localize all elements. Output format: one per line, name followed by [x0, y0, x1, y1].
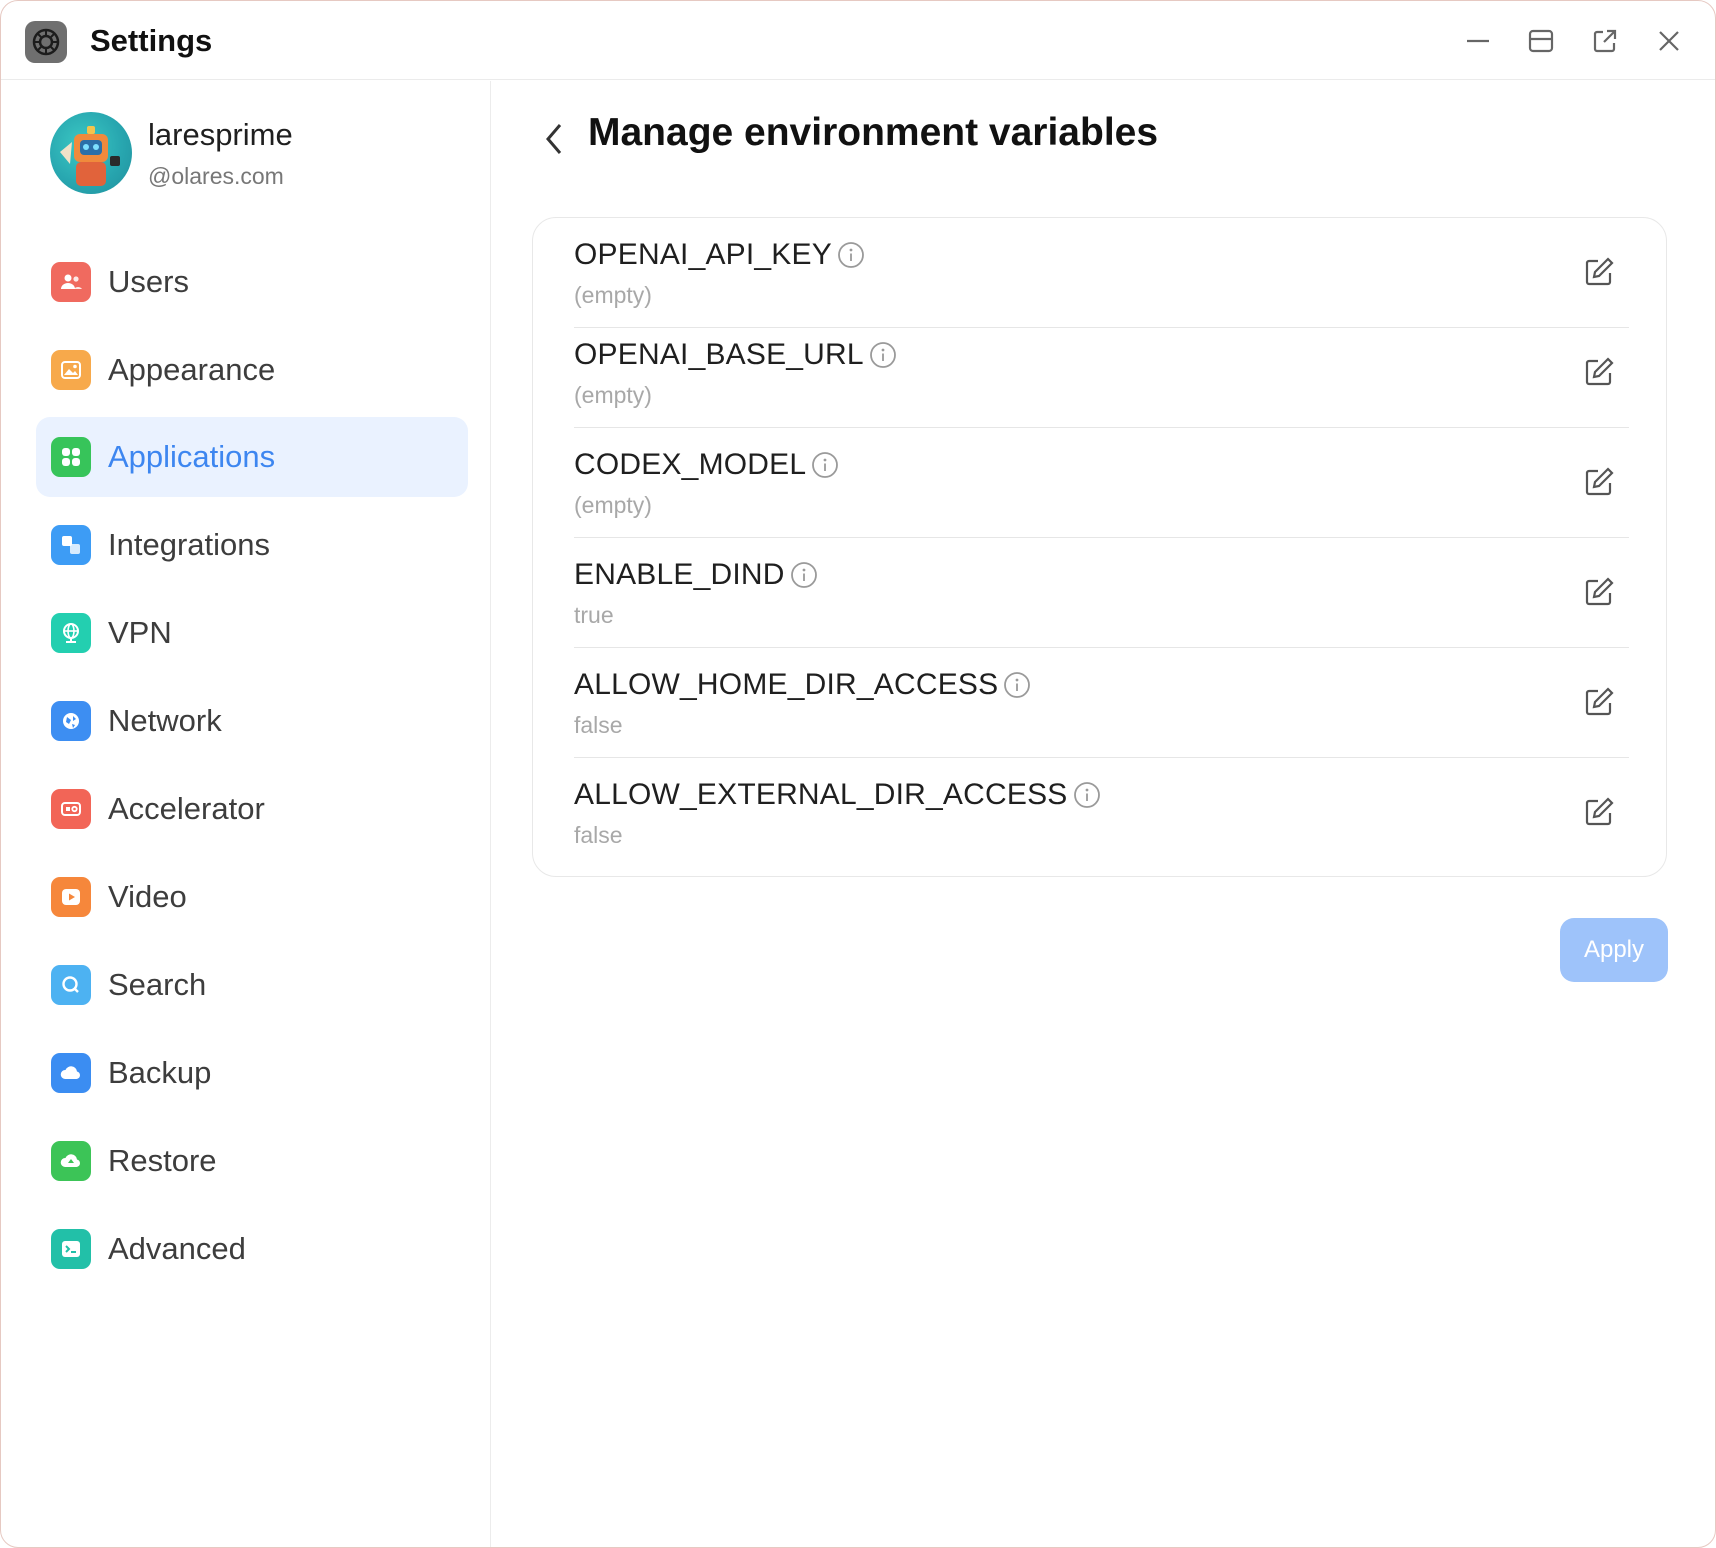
sidebar-item-label: Advanced	[108, 1231, 246, 1266]
sidebar-item-label: Restore	[108, 1143, 217, 1178]
maximize-button[interactable]	[1523, 23, 1559, 59]
users-icon	[51, 262, 91, 302]
env-variable-row: OPENAI_BASE_URL (empty)	[574, 318, 1629, 428]
edit-icon	[1585, 467, 1614, 496]
applications-icon	[51, 437, 91, 477]
sidebar-item-label: Backup	[108, 1055, 212, 1090]
network-icon	[51, 701, 91, 741]
external-link-icon	[1593, 29, 1617, 53]
close-icon	[1659, 31, 1679, 51]
env-variable-name: ALLOW_HOME_DIR_ACCESS	[574, 668, 999, 701]
edit-button[interactable]	[1581, 254, 1617, 290]
edit-button[interactable]	[1581, 354, 1617, 390]
sidebar-item-label: Search	[108, 967, 207, 1002]
sidebar-item-advanced[interactable]: Advanced	[36, 1209, 468, 1289]
env-variables-card: OPENAI_API_KEY (empty) OPENAI_BASE_URL (…	[532, 217, 1667, 877]
sidebar-item-network[interactable]: Network	[36, 681, 468, 761]
vpn-icon	[51, 613, 91, 653]
env-variable-row: ENABLE_DIND true	[574, 538, 1629, 648]
info-icon[interactable]	[789, 560, 819, 590]
sidebar-item-label: Video	[108, 879, 187, 914]
sidebar-item-applications[interactable]: Applications	[36, 417, 468, 497]
backup-icon	[51, 1053, 91, 1093]
sidebar-item-search[interactable]: Search	[36, 945, 468, 1025]
user-domain: @olares.com	[148, 163, 284, 189]
info-icon[interactable]	[836, 240, 866, 270]
sidebar-item-appearance[interactable]: Appearance	[36, 330, 468, 410]
sidebar-item-label: Network	[108, 703, 222, 738]
settings-window: Settings laresprime @olares.com Users Ap…	[0, 0, 1716, 1548]
sidebar-item-label: Integrations	[108, 527, 270, 562]
sidebar-item-backup[interactable]: Backup	[36, 1033, 468, 1113]
sidebar-item-video[interactable]: Video	[36, 857, 468, 937]
info-icon[interactable]	[1072, 780, 1102, 810]
sidebar-item-vpn[interactable]: VPN	[36, 593, 468, 673]
edit-icon	[1585, 577, 1614, 606]
appearance-icon	[51, 350, 91, 390]
integrations-icon	[51, 525, 91, 565]
window-title: Settings	[90, 23, 213, 58]
sidebar-item-label: VPN	[108, 615, 172, 650]
env-variable-value: (empty)	[574, 282, 652, 308]
env-variable-row: CODEX_MODEL (empty)	[574, 428, 1629, 538]
info-icon[interactable]	[868, 340, 898, 370]
minimize-icon	[1467, 39, 1489, 43]
close-button[interactable]	[1651, 23, 1687, 59]
sidebar-item-label: Appearance	[108, 352, 276, 387]
env-variable-value: (empty)	[574, 382, 652, 408]
env-variable-name: OPENAI_API_KEY	[574, 238, 832, 271]
edit-icon	[1585, 797, 1614, 826]
sidebar-item-label: Accelerator	[108, 791, 265, 826]
edit-icon	[1585, 687, 1614, 716]
chevron-left-icon	[546, 124, 562, 154]
edit-button[interactable]	[1581, 574, 1617, 610]
edit-button[interactable]	[1581, 794, 1617, 830]
sidebar: laresprime @olares.com Users Appearance …	[1, 81, 491, 1547]
env-variable-value: (empty)	[574, 492, 652, 518]
sidebar-item-label: Users	[108, 264, 189, 299]
title-bar: Settings	[1, 1, 1715, 80]
edit-button[interactable]	[1581, 464, 1617, 500]
env-variable-name: ENABLE_DIND	[574, 558, 785, 591]
apply-button[interactable]: Apply	[1560, 918, 1668, 982]
avatar[interactable]	[50, 112, 132, 194]
sidebar-item-label: Applications	[108, 439, 276, 474]
sidebar-item-restore[interactable]: Restore	[36, 1121, 468, 1201]
search-icon	[51, 965, 91, 1005]
edit-icon	[1585, 257, 1614, 286]
env-variable-row: OPENAI_API_KEY (empty)	[574, 218, 1629, 328]
env-variable-row: ALLOW_EXTERNAL_DIR_ACCESS false	[574, 758, 1629, 868]
sidebar-item-users[interactable]: Users	[36, 242, 468, 322]
env-variable-name: ALLOW_EXTERNAL_DIR_ACCESS	[574, 778, 1068, 811]
env-variable-value: true	[574, 602, 614, 628]
advanced-icon	[51, 1229, 91, 1269]
info-icon[interactable]	[1002, 670, 1032, 700]
page-title: Manage environment variables	[588, 111, 1159, 154]
minimize-button[interactable]	[1460, 23, 1496, 59]
main-content: Manage environment variables OPENAI_API_…	[492, 81, 1715, 1547]
env-variable-value: false	[574, 822, 623, 848]
settings-app-icon	[25, 21, 67, 63]
username: laresprime	[148, 117, 293, 152]
window-layout-icon	[1528, 29, 1554, 53]
edit-icon	[1585, 357, 1614, 386]
restore-icon	[51, 1141, 91, 1181]
env-variable-value: false	[574, 712, 623, 738]
video-icon	[51, 877, 91, 917]
accelerator-icon	[51, 789, 91, 829]
back-button[interactable]	[534, 117, 574, 161]
env-variable-name: OPENAI_BASE_URL	[574, 338, 864, 371]
edit-button[interactable]	[1581, 684, 1617, 720]
open-external-button[interactable]	[1587, 23, 1623, 59]
sidebar-item-integrations[interactable]: Integrations	[36, 505, 468, 585]
env-variable-name: CODEX_MODEL	[574, 448, 807, 481]
info-icon[interactable]	[810, 450, 840, 480]
env-variable-row: ALLOW_HOME_DIR_ACCESS false	[574, 648, 1629, 758]
sidebar-item-accelerator[interactable]: Accelerator	[36, 769, 468, 849]
